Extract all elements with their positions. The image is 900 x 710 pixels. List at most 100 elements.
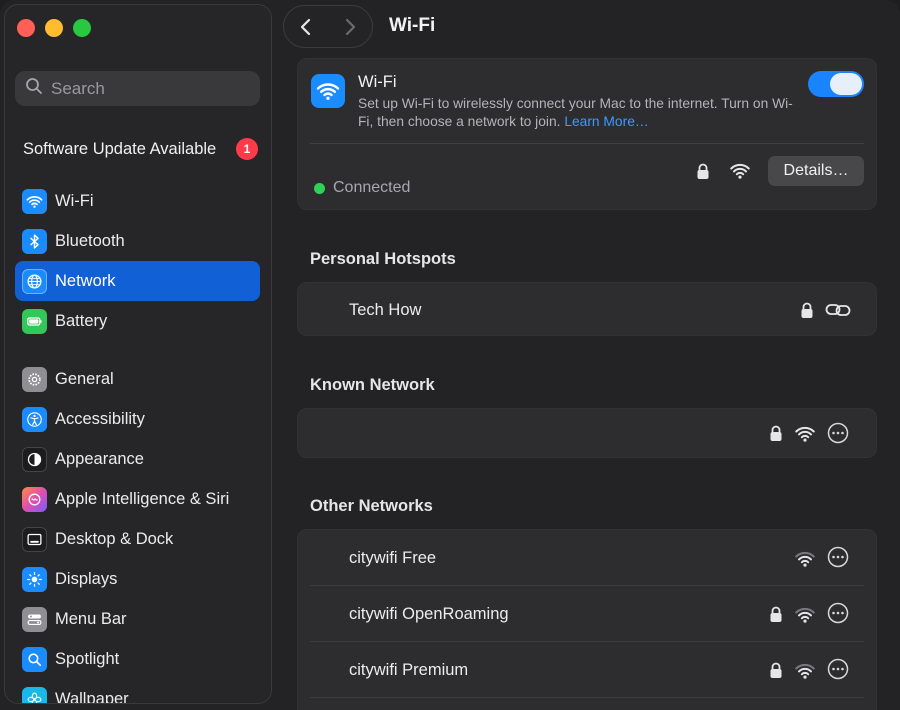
forward-button[interactable] [328,5,372,48]
sidebar-item-label: Desktop & Dock [55,529,174,548]
more-options-icon[interactable] [827,546,849,568]
sidebar-item-desktop-dock[interactable]: Desktop & Dock [15,519,260,559]
sidebar-item-label: Spotlight [55,649,120,668]
lock-icon [769,606,783,623]
search-icon [25,77,43,100]
sidebar-item-label: Apple Intelligence & Siri [55,489,230,508]
sidebar-item-label: Battery [55,311,108,330]
personal-hotspots-list: Tech How [297,282,877,336]
more-options-icon[interactable] [827,658,849,680]
search-field[interactable] [15,71,260,106]
sidebar-item-label: Bluetooth [55,231,125,250]
settings-window: Software Update Available 1 Wi-Fi Blueto… [0,0,900,710]
lock-icon [769,425,783,442]
wifi-signal-icon [795,607,815,623]
other-networks-list: citywifi Free citywifi OpenRoaming cityw… [297,529,877,710]
network-row-known[interactable] [298,409,876,457]
network-row-citywifi-free[interactable]: citywifi Free [298,530,876,585]
magnifier-icon [22,646,47,672]
sidebar-item-spotlight[interactable]: Spotlight [15,639,260,679]
sidebar-item-label: Appearance [55,449,144,468]
sidebar-item-network[interactable]: Network [15,261,260,301]
network-name: Tech How [349,301,422,319]
sidebar-item-siri[interactable]: Apple Intelligence & Siri [15,479,260,519]
traffic-lights [17,19,91,37]
software-update-item[interactable]: Software Update Available 1 [23,135,258,163]
network-row-citywifi-openroaming[interactable]: citywifi OpenRoaming [298,586,876,641]
wifi-title: Wi-Fi [358,73,397,91]
more-options-icon[interactable] [827,602,849,624]
network-name: citywifi OpenRoaming [349,605,509,623]
chevron-left-icon [300,18,311,35]
status-dot [314,182,325,194]
wifi-toggle[interactable] [808,71,864,97]
dock-icon [22,526,47,552]
siri-icon [22,486,47,512]
link-icon [825,302,851,318]
lock-icon [800,302,814,319]
zoom-window-button[interactable] [73,19,91,37]
divider [310,143,864,144]
wifi-card: Wi-Fi Set up Wi-Fi to wirelessly connect… [297,58,877,210]
sidebar-item-appearance[interactable]: Appearance [15,439,260,479]
bluetooth-icon [22,228,47,254]
sidebar-item-label: Wi-Fi [55,191,94,210]
sidebar: Software Update Available 1 Wi-Fi Blueto… [4,4,272,704]
sidebar-item-wallpaper[interactable]: Wallpaper [15,679,260,704]
wifi-icon [311,74,345,108]
personal-hotspots-heading: Personal Hotspots [310,250,456,268]
network-row-tech-how[interactable]: Tech How [298,283,876,335]
sidebar-item-battery[interactable]: Battery [15,301,260,341]
known-network-heading: Known Network [310,376,435,394]
wifi-signal-icon [795,663,815,679]
row-separator [310,697,864,698]
sidebar-item-general[interactable]: General [15,359,260,399]
close-window-button[interactable] [17,19,35,37]
sidebar-item-wifi[interactable]: Wi-Fi [15,181,260,221]
menubar-icon [22,606,47,632]
network-row-citywifi-premium[interactable]: citywifi Premium [298,642,876,697]
sidebar-item-menu-bar[interactable]: Menu Bar [15,599,260,639]
lock-icon [769,662,783,679]
wifi-description: Set up Wi-Fi to wirelessly connect your … [358,95,798,131]
sidebar-item-label: Menu Bar [55,609,127,628]
gear-icon [22,366,47,392]
sidebar-group-connectivity: Wi-Fi Bluetooth Network Battery [15,181,260,341]
sidebar-item-accessibility[interactable]: Accessibility [15,399,260,439]
wifi-signal-icon [730,163,750,179]
search-input[interactable] [51,78,241,99]
connection-status: Connected [314,179,410,197]
sidebar-item-label: General [55,369,114,388]
details-button[interactable]: Details… [768,156,864,186]
battery-icon [22,308,47,334]
wifi-signal-icon [795,426,815,442]
wifi-icon [22,188,47,214]
sidebar-item-label: Displays [55,569,118,588]
minimize-window-button[interactable] [45,19,63,37]
network-name: citywifi Free [349,549,437,567]
wifi-signal-icon [795,551,815,567]
sidebar-item-label: Accessibility [55,409,145,428]
globe-icon [22,268,47,294]
sidebar-item-displays[interactable]: Displays [15,559,260,599]
more-options-icon[interactable] [827,422,849,444]
network-name: citywifi Premium [349,661,469,679]
back-button[interactable] [284,5,328,48]
sun-icon [22,566,47,592]
chevron-right-icon [345,18,356,35]
appearance-icon [22,446,47,472]
flower-icon [22,686,47,703]
history-nav [283,5,373,48]
sidebar-item-label: Network [55,271,116,290]
sidebar-group-system: General Accessibility Appearance Apple I… [15,359,260,704]
lock-icon [696,163,710,180]
accessibility-icon [22,406,47,432]
known-network-list [297,408,877,458]
software-update-label: Software Update Available [23,139,217,158]
toggle-knob [830,73,862,95]
page-title: Wi-Fi [389,15,436,36]
sidebar-item-label: Wallpaper [55,689,129,704]
sidebar-item-bluetooth[interactable]: Bluetooth [15,221,260,261]
status-label: Connected [333,179,411,196]
learn-more-link[interactable]: Learn More… [564,114,648,129]
